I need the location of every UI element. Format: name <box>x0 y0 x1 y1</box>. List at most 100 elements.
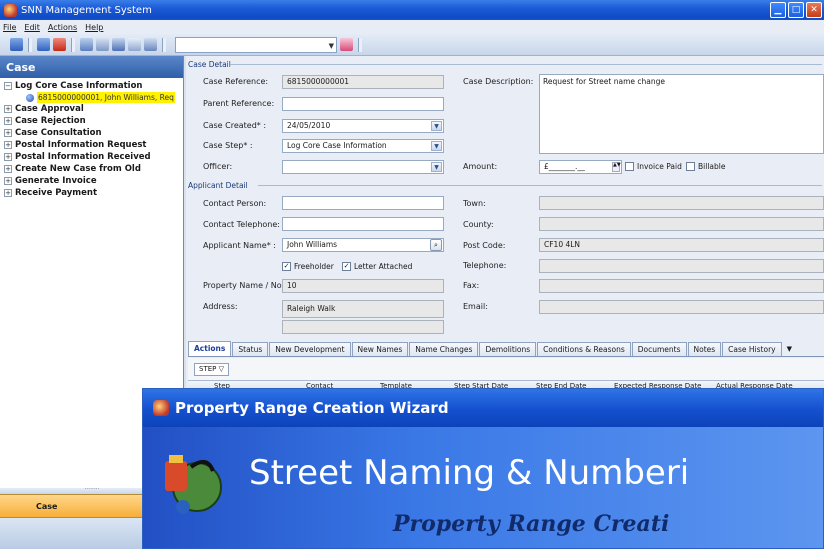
menu-bar: File Edit Actions Help <box>0 20 824 34</box>
case-reference-field: 6815000000001 <box>282 75 444 89</box>
tab-overflow-icon[interactable]: ▼ <box>783 343 796 356</box>
applicant-name-value: John Williams <box>287 240 338 249</box>
letter-attached-checkbox[interactable]: ✓ Letter Attached <box>342 262 412 271</box>
address-label: Address: <box>203 302 238 311</box>
expand-icon[interactable]: + <box>4 129 12 137</box>
minimize-button[interactable]: ▁ <box>770 2 786 18</box>
tab-name-changes[interactable]: Name Changes <box>409 342 479 356</box>
nav-header: Case <box>0 56 183 78</box>
expand-icon[interactable]: + <box>4 153 12 161</box>
group-chip-label: STEP <box>199 365 217 373</box>
tab-status[interactable]: Status <box>232 342 269 356</box>
tab-demolitions[interactable]: Demolitions <box>479 342 537 356</box>
app-icon <box>4 3 17 17</box>
chevron-down-icon[interactable]: ▼ <box>431 162 442 172</box>
selected-case-label: 6815000000001, John Williams, Req <box>37 92 175 103</box>
expand-icon[interactable]: + <box>4 117 12 125</box>
nav-tree: − Log Core Case Information 6815000000001… <box>0 78 183 199</box>
tree-item-log-core-case[interactable]: − Log Core Case Information <box>4 80 183 92</box>
tree-item-postal-request[interactable]: + Postal Information Request <box>4 139 183 151</box>
tree-item-generate-invoice[interactable]: + Generate Invoice <box>4 175 183 187</box>
expand-icon[interactable]: + <box>4 177 12 185</box>
contact-person-label: Contact Person: <box>203 199 267 208</box>
layout-icon[interactable] <box>10 38 23 51</box>
applicant-name-field[interactable]: John Williams ⌕ <box>282 238 444 252</box>
freeholder-checkbox[interactable]: ✓ Freeholder <box>282 262 334 271</box>
toolbar: ▼ <box>0 34 824 56</box>
save-icon[interactable] <box>37 38 50 51</box>
checkbox-box <box>625 162 634 171</box>
contact-person-field[interactable] <box>282 196 444 210</box>
tree-item-label: Generate Invoice <box>15 176 97 186</box>
tab-new-development[interactable]: New Development <box>269 342 351 356</box>
expand-icon[interactable]: + <box>4 165 12 173</box>
toolbar-separator <box>162 37 166 52</box>
wizard-subheading: Property Range Creati <box>393 511 670 537</box>
tree-item-selected-case[interactable]: 6815000000001, John Williams, Req <box>4 92 183 103</box>
tree-item-create-new-case[interactable]: + Create New Case from Old <box>4 163 183 175</box>
tree-item-label: Case Rejection <box>15 116 86 126</box>
go-icon[interactable] <box>340 38 353 51</box>
toolbar-combo[interactable]: ▼ <box>175 36 337 53</box>
amount-field[interactable]: £_______.__ <box>539 160 622 174</box>
print-icon[interactable] <box>144 38 157 51</box>
expand-icon[interactable]: + <box>4 189 12 197</box>
address-line-2 <box>282 320 444 334</box>
chevron-down-icon[interactable]: ▼ <box>431 121 442 131</box>
title-bar: SNN Management System ▁ □ ✕ <box>0 0 824 20</box>
tab-case-history[interactable]: Case History <box>722 342 782 356</box>
mail-icon[interactable] <box>128 38 141 51</box>
case-step-label: Case Step* : <box>203 141 253 150</box>
group-chip-step[interactable]: STEP ▽ <box>194 363 229 376</box>
close-button[interactable]: ✕ <box>806 2 822 18</box>
tree-item-postal-received[interactable]: + Postal Information Received <box>4 151 183 163</box>
officer-label: Officer: <box>203 162 233 171</box>
tab-documents[interactable]: Documents <box>631 342 687 356</box>
expand-icon[interactable]: + <box>4 141 12 149</box>
tree-item-case-consultation[interactable]: + Case Consultation <box>4 127 183 139</box>
number-icon[interactable] <box>80 38 93 51</box>
section-divider <box>258 185 822 186</box>
parent-reference-label: Parent Reference: <box>203 99 275 108</box>
contact-telephone-label: Contact Telephone: <box>203 220 280 229</box>
applicant-detail-heading: Applicant Detail <box>188 181 248 190</box>
maximize-button[interactable]: □ <box>788 2 804 18</box>
window-controls: ▁ □ ✕ <box>770 2 822 18</box>
tab-conditions-reasons[interactable]: Conditions & Reasons <box>537 342 631 356</box>
detail-tabs: Actions Status New Development New Names… <box>188 341 824 357</box>
list-icon[interactable] <box>96 38 109 51</box>
tab-actions[interactable]: Actions <box>188 341 232 356</box>
tab-new-names[interactable]: New Names <box>351 342 409 356</box>
tree-item-label: Postal Information Received <box>15 152 151 162</box>
delete-icon[interactable] <box>53 38 66 51</box>
tree-item-receive-payment[interactable]: + Receive Payment <box>4 187 183 199</box>
billable-checkbox[interactable]: Billable <box>686 162 725 171</box>
menu-help[interactable]: Help <box>85 23 103 32</box>
tab-notes[interactable]: Notes <box>687 342 722 356</box>
telephone-field <box>539 259 824 273</box>
billable-label: Billable <box>698 162 726 171</box>
contact-telephone-field[interactable] <box>282 217 444 231</box>
lookup-icon[interactable]: ⌕ <box>430 239 442 251</box>
officer-select[interactable]: ▼ <box>282 160 444 174</box>
tree-item-case-rejection[interactable]: + Case Rejection <box>4 115 183 127</box>
chevron-down-icon[interactable]: ▼ <box>431 141 442 151</box>
parent-reference-field[interactable] <box>282 97 444 111</box>
case-step-select[interactable]: Log Core Case Information ▼ <box>282 139 444 153</box>
menu-file[interactable]: File <box>3 23 16 32</box>
window-title: SNN Management System <box>21 4 152 16</box>
amount-spinner[interactable]: ▲▼ <box>612 162 621 172</box>
collapse-icon[interactable]: − <box>4 82 12 90</box>
fax-label: Fax: <box>463 281 480 290</box>
case-created-date-picker[interactable]: 24/05/2010 ▼ <box>282 119 444 133</box>
tree-item-label: Case Approval <box>15 104 84 114</box>
tree-item-case-approval[interactable]: + Case Approval <box>4 103 183 115</box>
menu-edit[interactable]: Edit <box>24 23 40 32</box>
postcode-field: CF10 4LN <box>539 238 824 252</box>
table-icon[interactable] <box>112 38 125 51</box>
town-field <box>539 196 824 210</box>
invoice-paid-checkbox[interactable]: Invoice Paid <box>625 162 682 171</box>
case-description-field[interactable]: Request for Street name change <box>539 74 824 154</box>
menu-actions[interactable]: Actions <box>48 23 77 32</box>
expand-icon[interactable]: + <box>4 105 12 113</box>
